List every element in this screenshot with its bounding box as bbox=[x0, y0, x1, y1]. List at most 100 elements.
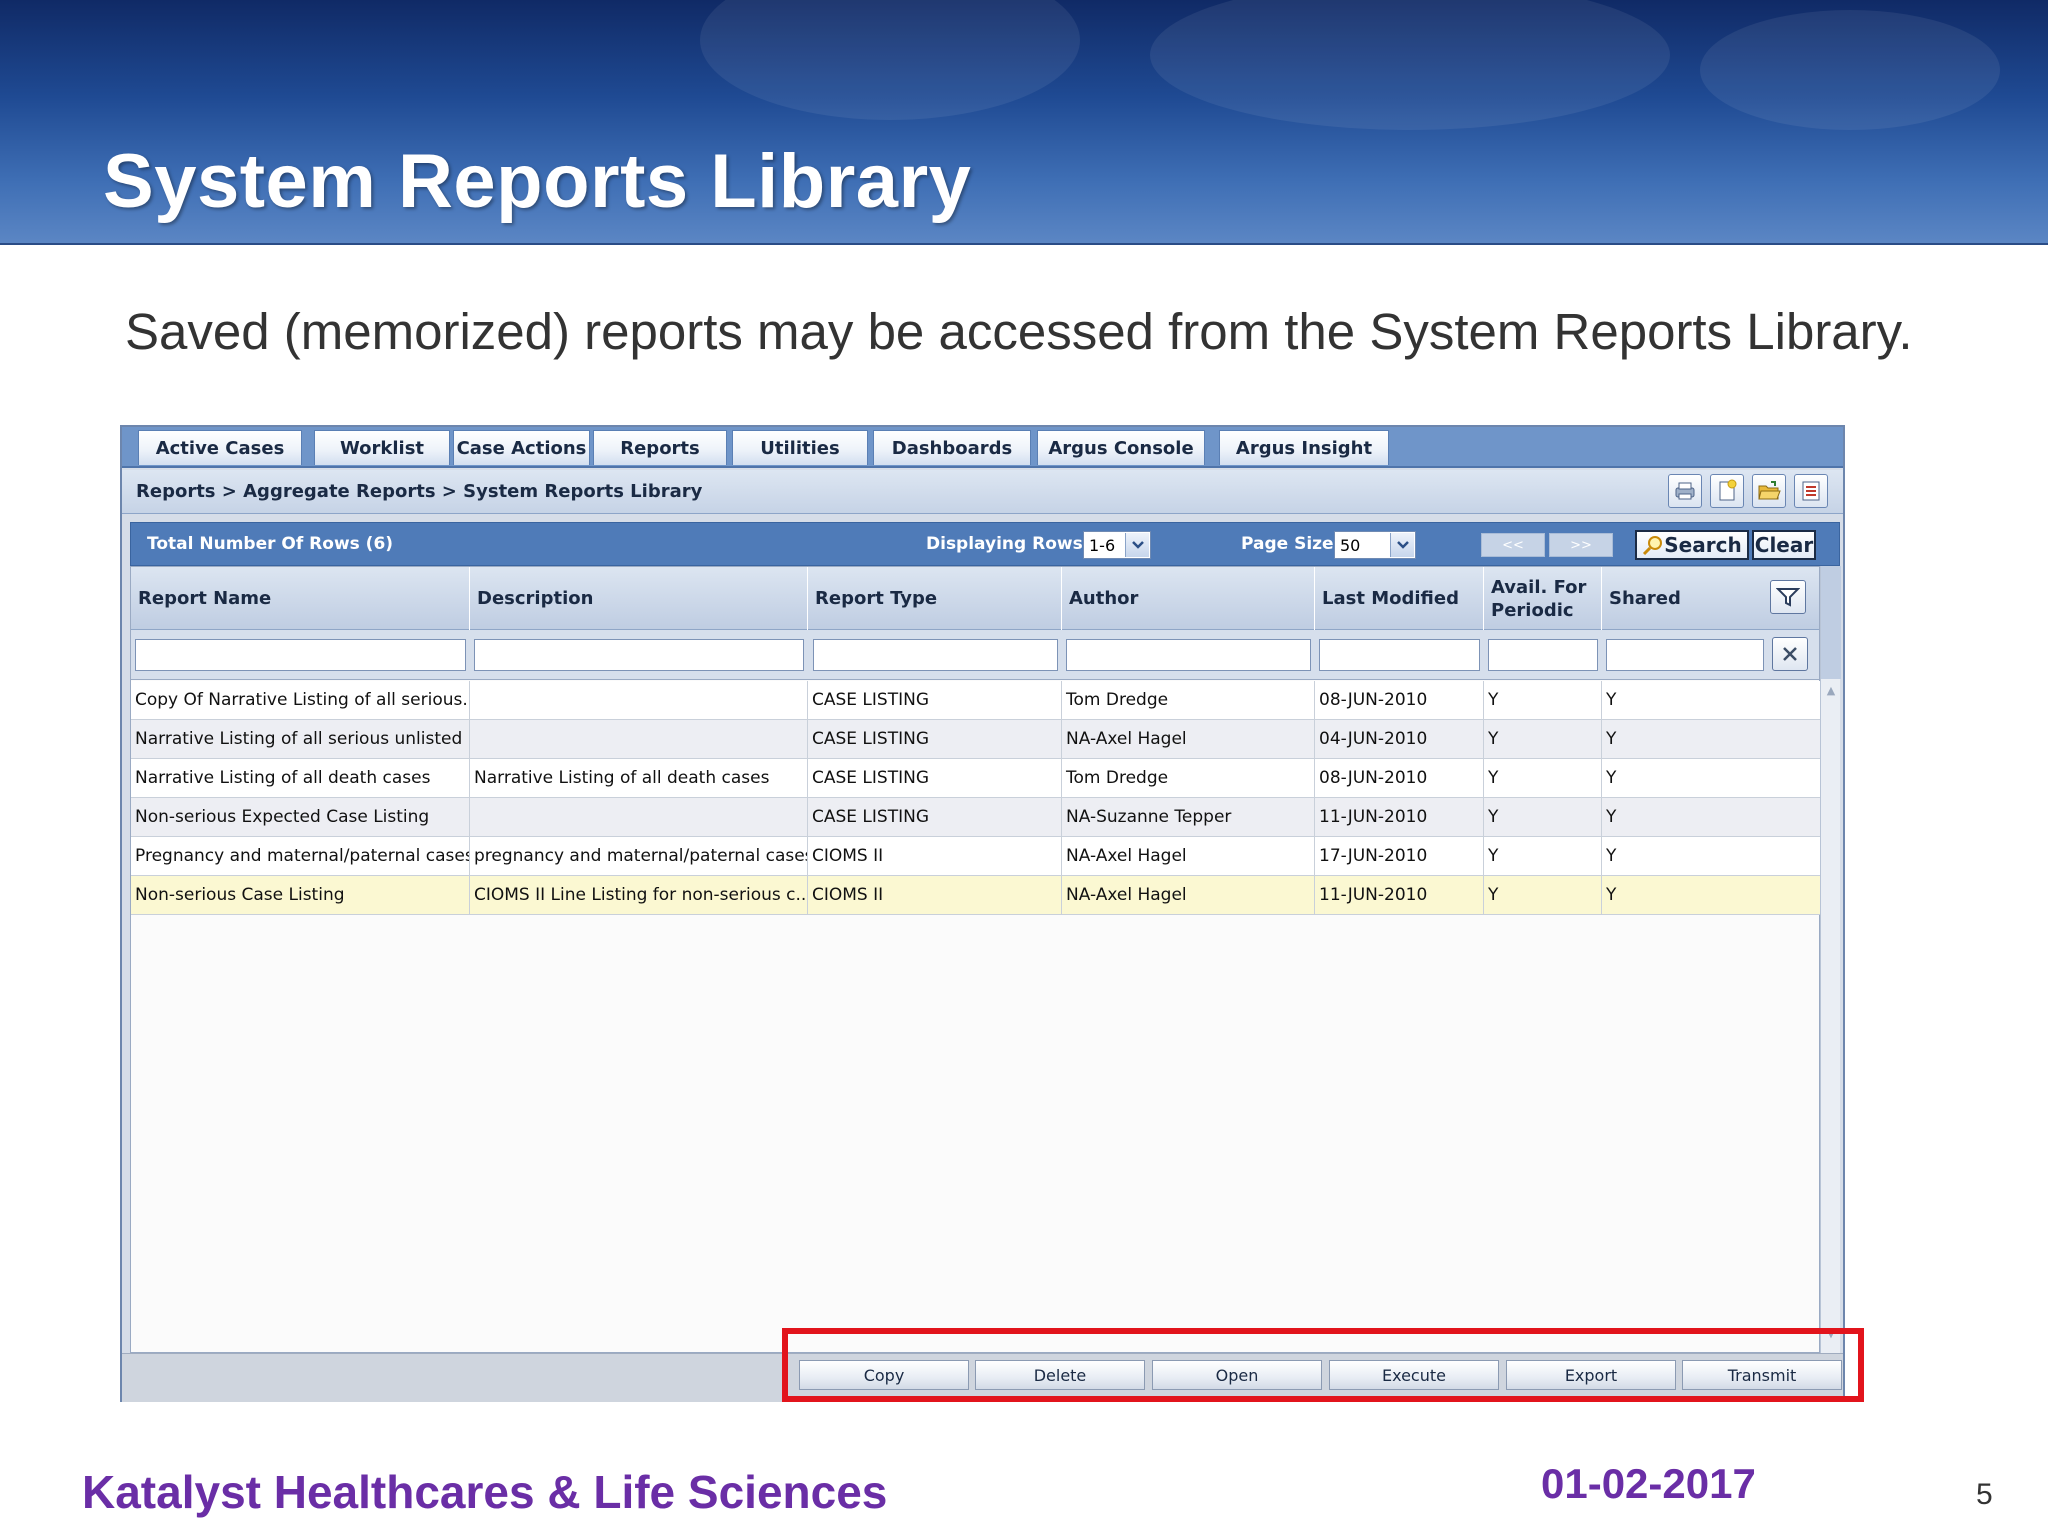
column-header-report-type[interactable]: Report Type bbox=[808, 567, 1062, 630]
cell-shared: Y bbox=[1606, 768, 1617, 788]
report-name-filter-input[interactable] bbox=[135, 639, 466, 671]
cell-shared: Y bbox=[1606, 885, 1617, 905]
new-report-icon[interactable] bbox=[1710, 474, 1744, 508]
clear-button[interactable]: Clear bbox=[1752, 530, 1816, 560]
tab-active-cases[interactable]: Active Cases bbox=[138, 430, 302, 465]
scroll-up-icon[interactable]: ▲ bbox=[1823, 683, 1839, 699]
cell-report-name: Narrative Listing of all death cases bbox=[131, 759, 470, 797]
cell-author: Tom Dredge bbox=[1062, 759, 1315, 797]
paging-bar: Total Number Of Rows (6) Displaying Rows… bbox=[130, 522, 1840, 566]
column-header-last-modified[interactable]: Last Modified bbox=[1315, 567, 1484, 630]
clear-filter-icon[interactable] bbox=[1772, 637, 1808, 671]
cell-report-name: Narrative Listing of all serious unliste… bbox=[131, 720, 470, 758]
cell-report-name: Non-serious Case Listing bbox=[131, 876, 470, 914]
cell-report-type: CASE LISTING bbox=[808, 720, 1062, 758]
action-buttons-highlight bbox=[782, 1328, 1864, 1402]
cell-author: Tom Dredge bbox=[1062, 681, 1315, 719]
cell-description: pregnancy and maternal/paternal cases bbox=[470, 837, 808, 875]
table-row[interactable]: Copy Of Narrative Listing of all serious… bbox=[131, 681, 1821, 720]
table-row-selected[interactable]: Non-serious Case Listing CIOMS II Line L… bbox=[131, 876, 1821, 915]
cell-avail-for-periodic: Y bbox=[1484, 798, 1602, 836]
column-header-avail-for-periodic[interactable]: Avail. For Periodic bbox=[1484, 567, 1602, 630]
cell-author: NA-Axel Hagel bbox=[1062, 720, 1315, 758]
shared-filter-input[interactable] bbox=[1606, 639, 1764, 671]
table-row[interactable]: Narrative Listing of all death cases Nar… bbox=[131, 759, 1821, 798]
cell-report-name: Copy Of Narrative Listing of all serious… bbox=[131, 681, 470, 719]
table-row[interactable]: Narrative Listing of all serious unliste… bbox=[131, 720, 1821, 759]
page-size-select[interactable]: 50 bbox=[1334, 531, 1416, 559]
tab-utilities[interactable]: Utilities bbox=[732, 430, 868, 465]
cell-avail-for-periodic: Y bbox=[1484, 681, 1602, 719]
total-rows-label: Total Number Of Rows (6) bbox=[147, 534, 394, 554]
cell-report-type: CIOMS II bbox=[808, 837, 1062, 875]
scrollbar-header-filler bbox=[1821, 566, 1841, 679]
displaying-rows-value: 1-6 bbox=[1089, 535, 1116, 555]
cell-author: NA-Axel Hagel bbox=[1062, 876, 1315, 914]
table-row[interactable]: Pregnancy and maternal/paternal cases pr… bbox=[131, 837, 1821, 876]
cell-shared: Y bbox=[1606, 729, 1617, 749]
column-header-description[interactable]: Description bbox=[470, 567, 808, 630]
cell-shared: Y bbox=[1606, 846, 1617, 866]
cell-report-name: Pregnancy and maternal/paternal cases bbox=[131, 837, 470, 875]
table-row[interactable]: Non-serious Expected Case Listing CASE L… bbox=[131, 798, 1821, 837]
cell-description: Narrative Listing of all death cases bbox=[470, 759, 808, 797]
search-button[interactable]: Search bbox=[1635, 530, 1749, 560]
column-header-report-name[interactable]: Report Name bbox=[131, 567, 470, 630]
cell-description bbox=[470, 798, 808, 836]
chevron-down-icon[interactable] bbox=[1125, 533, 1149, 557]
list-icon[interactable] bbox=[1794, 474, 1828, 508]
tab-argus-console[interactable]: Argus Console bbox=[1037, 430, 1205, 465]
cell-author: NA-Axel Hagel bbox=[1062, 837, 1315, 875]
chevron-down-icon[interactable] bbox=[1390, 533, 1414, 557]
open-folder-icon[interactable] bbox=[1752, 474, 1786, 508]
reports-table: Report Name Description Report Type Auth… bbox=[130, 566, 1821, 1353]
print-icon[interactable] bbox=[1668, 474, 1702, 508]
last-modified-filter-input[interactable] bbox=[1319, 639, 1480, 671]
previous-page-button[interactable]: << bbox=[1481, 533, 1545, 557]
argus-app-window: Active Cases Worklist Case Actions Repor… bbox=[120, 425, 1845, 1402]
page-size-value: 50 bbox=[1340, 535, 1361, 555]
page-size-label: Page Size bbox=[1241, 534, 1334, 554]
breadcrumb-bar: Reports > Aggregate Reports > System Rep… bbox=[122, 470, 1843, 514]
cell-last-modified: 08-JUN-2010 bbox=[1315, 681, 1484, 719]
cell-shared: Y bbox=[1606, 690, 1617, 710]
cell-last-modified: 08-JUN-2010 bbox=[1315, 759, 1484, 797]
slide-number: 5 bbox=[1976, 1478, 1993, 1511]
column-header-author[interactable]: Author bbox=[1062, 567, 1315, 630]
tab-argus-insight[interactable]: Argus Insight bbox=[1219, 430, 1389, 465]
world-map-decoration bbox=[1700, 10, 2000, 130]
cell-report-type: CASE LISTING bbox=[808, 681, 1062, 719]
slide-date: 01-02-2017 bbox=[1541, 1460, 1756, 1507]
report-type-filter-input[interactable] bbox=[813, 639, 1058, 671]
next-page-button[interactable]: >> bbox=[1549, 533, 1613, 557]
cell-description bbox=[470, 681, 808, 719]
displaying-rows-select[interactable]: 1-6 bbox=[1083, 531, 1151, 559]
world-map-decoration bbox=[1150, 0, 1670, 130]
cell-report-name: Non-serious Expected Case Listing bbox=[131, 798, 470, 836]
cell-avail-for-periodic: Y bbox=[1484, 837, 1602, 875]
tab-dashboards[interactable]: Dashboards bbox=[873, 430, 1031, 465]
filter-icon[interactable] bbox=[1770, 580, 1806, 614]
cell-last-modified: 04-JUN-2010 bbox=[1315, 720, 1484, 758]
slide-subtitle: Saved (memorized) reports may be accesse… bbox=[125, 303, 1913, 360]
cell-description: CIOMS II Line Listing for non-serious c.… bbox=[470, 876, 808, 914]
avail-for-periodic-filter-input[interactable] bbox=[1488, 639, 1598, 671]
world-map-decoration bbox=[700, 0, 1080, 120]
cell-description bbox=[470, 720, 808, 758]
tab-reports[interactable]: Reports bbox=[593, 430, 727, 465]
author-filter-input[interactable] bbox=[1066, 639, 1311, 671]
tab-worklist[interactable]: Worklist bbox=[314, 430, 450, 465]
cell-avail-for-periodic: Y bbox=[1484, 759, 1602, 797]
filter-row bbox=[131, 630, 1819, 680]
description-filter-input[interactable] bbox=[474, 639, 804, 671]
cell-last-modified: 11-JUN-2010 bbox=[1315, 876, 1484, 914]
breadcrumb: Reports > Aggregate Reports > System Rep… bbox=[136, 481, 703, 502]
cell-report-type: CASE LISTING bbox=[808, 759, 1062, 797]
cell-last-modified: 17-JUN-2010 bbox=[1315, 837, 1484, 875]
table-vertical-scrollbar[interactable]: ▲ ▼ bbox=[1820, 566, 1841, 1353]
company-name: Katalyst Healthcares & Life Sciences bbox=[82, 1466, 888, 1518]
search-icon bbox=[1643, 536, 1663, 556]
table-header-row: Report Name Description Report Type Auth… bbox=[131, 567, 1819, 630]
tab-case-actions[interactable]: Case Actions bbox=[453, 430, 590, 465]
cell-shared: Y bbox=[1606, 807, 1617, 827]
